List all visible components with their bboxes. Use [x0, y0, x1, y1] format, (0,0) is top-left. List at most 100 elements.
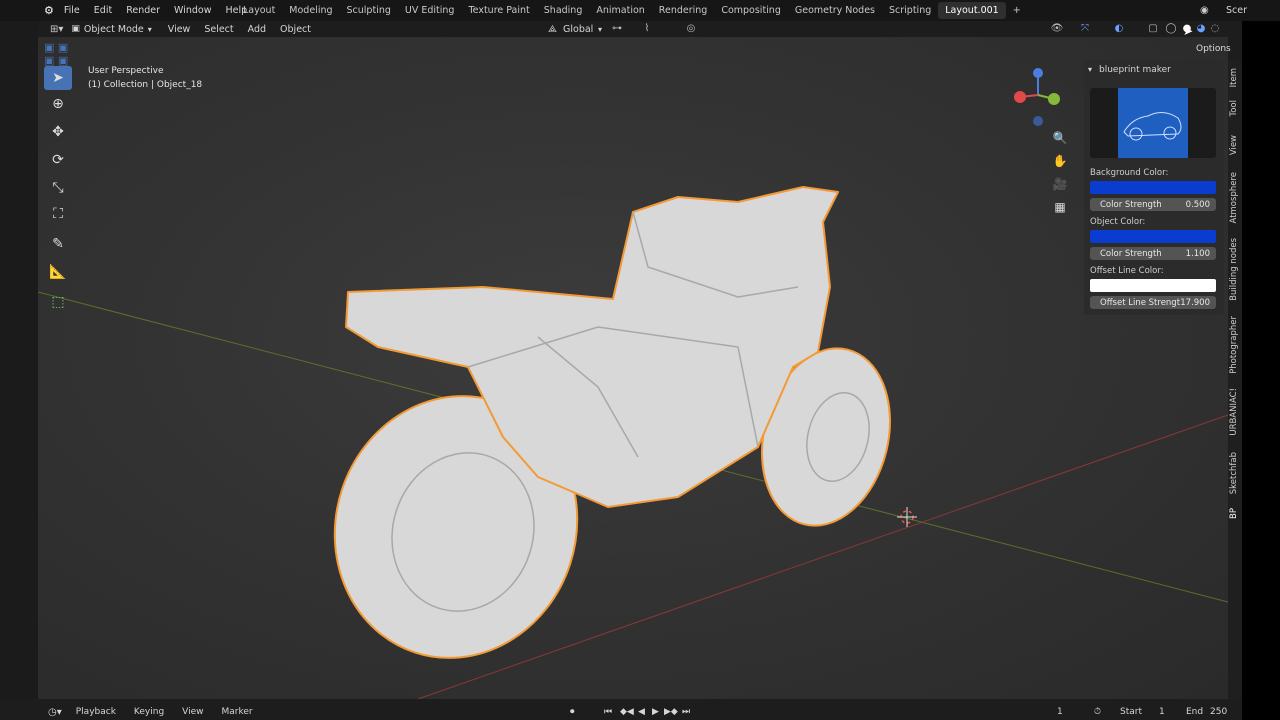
chevron-down-icon: ▾	[598, 24, 603, 34]
tab-compositing[interactable]: Compositing	[714, 2, 788, 19]
offset-line-color-swatch[interactable]	[1090, 279, 1216, 292]
visibility-icon[interactable]: 👁	[1050, 23, 1064, 35]
blender-logo-icon[interactable]: ⚙	[44, 4, 54, 17]
sidebar-tab-bp[interactable]: BP	[1229, 508, 1239, 519]
scene-selector-icon[interactable]: ◉	[1200, 5, 1209, 16]
tab-animation[interactable]: Animation	[589, 2, 651, 19]
select-box-tool[interactable]: ▣ ▣ ▣ ▣	[44, 41, 72, 67]
color-strength-value: 1.100	[1185, 248, 1210, 259]
sidebar-tab-strip	[1228, 60, 1242, 699]
material-shading-icon[interactable]: ◕	[1194, 23, 1208, 35]
menu-render[interactable]: Render	[126, 5, 160, 16]
tab-texture-paint[interactable]: Texture Paint	[461, 2, 536, 19]
scene-name[interactable]: Scer	[1226, 5, 1247, 16]
stopwatch-icon[interactable]: ⏱	[1094, 707, 1101, 717]
xray-icon[interactable]: ▢	[1146, 23, 1160, 35]
tab-shading[interactable]: Shading	[537, 2, 590, 19]
prev-keyframe-icon[interactable]: ◆◀	[620, 707, 634, 717]
collection-object-label: (1) Collection | Object_18	[88, 80, 203, 90]
tab-modeling[interactable]: Modeling	[282, 2, 339, 19]
color-strength-field-1[interactable]: Color Strength 0.500	[1090, 198, 1216, 211]
sidebar-tab-sketchfab[interactable]: Sketchfab	[1229, 452, 1239, 494]
color-strength-field-2[interactable]: Color Strength 1.100	[1090, 247, 1216, 260]
panel-title[interactable]: blueprint maker	[1099, 65, 1171, 75]
3d-cursor	[897, 507, 917, 527]
measure-tool-icon[interactable]: 📐	[44, 260, 72, 284]
menu-edit[interactable]: Edit	[94, 5, 112, 16]
color-strength-label: Color Strength	[1100, 199, 1162, 210]
end-frame-field[interactable]: 250	[1210, 707, 1227, 717]
sidebar-tab-urbaniac[interactable]: URBANIAC!	[1229, 388, 1239, 436]
top-menu-bar: ⚙ File Edit Render Window Help Layout Mo…	[0, 0, 1280, 21]
add-cube-tool-icon[interactable]: ⬚	[44, 290, 72, 314]
mouse-cursor: ➤	[1183, 24, 1194, 38]
overlay-toggle-icon[interactable]: ◐	[1112, 23, 1126, 35]
view-perspective-label: User Perspective	[88, 66, 164, 76]
navigation-gizmo	[1014, 68, 1060, 126]
offset-line-strength-label: Offset Line Strengt	[1100, 297, 1181, 308]
add-workspace-button[interactable]: +	[1006, 2, 1028, 19]
blueprint-maker-panel: ▾ blueprint maker Background Color: Colo…	[1084, 60, 1224, 315]
start-frame-field[interactable]: 1	[1159, 707, 1165, 717]
play-reverse-icon[interactable]: ◀	[638, 707, 645, 717]
tab-scripting[interactable]: Scripting	[882, 2, 938, 19]
proportional-edit-icon[interactable]: ◎	[684, 23, 698, 35]
transform-tool-icon[interactable]: ⛶	[44, 202, 72, 226]
play-icon[interactable]: ▶	[652, 707, 659, 717]
sidebar-tab-item[interactable]: Item	[1229, 68, 1239, 87]
record-icon[interactable]: ⏺	[570, 707, 575, 717]
current-frame-field[interactable]: 1	[1057, 707, 1063, 717]
tab-geometry-nodes[interactable]: Geometry Nodes	[788, 2, 882, 19]
menu-timeline-view[interactable]: View	[182, 707, 203, 717]
tab-uv-editing[interactable]: UV Editing	[398, 2, 462, 19]
gizmo-toggle-icon[interactable]: ⤧	[1078, 23, 1092, 35]
mode-dropdown[interactable]: Object Mode	[84, 24, 144, 35]
offset-line-color-label: Offset Line Color:	[1090, 266, 1164, 276]
tab-layout-001[interactable]: Layout.001	[938, 2, 1006, 19]
jump-end-icon[interactable]: ⏭	[682, 707, 690, 717]
pan-hand-icon[interactable]: ✋	[1050, 151, 1070, 171]
next-keyframe-icon[interactable]: ▶◆	[664, 707, 678, 717]
offset-line-strength-value: 17.900	[1180, 297, 1210, 308]
menu-marker[interactable]: Marker	[222, 707, 253, 717]
jump-start-icon[interactable]: ⏮	[604, 707, 612, 717]
menu-object[interactable]: Object	[280, 24, 311, 35]
sidebar-tab-photographer[interactable]: Photographer	[1229, 316, 1239, 374]
menu-select[interactable]: Select	[204, 24, 233, 35]
zoom-icon[interactable]: 🔍	[1050, 128, 1070, 148]
sidebar-tab-atmosphere[interactable]: Atmosphere	[1229, 172, 1239, 223]
tab-layout[interactable]: Layout	[236, 2, 282, 19]
tab-rendering[interactable]: Rendering	[652, 2, 715, 19]
sidebar-tab-tool[interactable]: Tool	[1229, 100, 1239, 117]
select-tool-icon[interactable]: ➤	[44, 66, 72, 90]
rendered-shading-icon[interactable]: ◌	[1208, 23, 1222, 35]
cursor-tool-icon[interactable]: ⊕	[44, 92, 72, 116]
options-dropdown[interactable]: Options	[1196, 44, 1231, 54]
sidebar-tab-view[interactable]: View	[1229, 135, 1239, 155]
tab-sculpting[interactable]: Sculpting	[340, 2, 398, 19]
menu-keying[interactable]: Keying	[134, 707, 164, 717]
chevron-down-icon[interactable]: ▾	[1088, 65, 1092, 74]
background-color-swatch[interactable]	[1090, 181, 1216, 194]
menu-file[interactable]: File	[64, 5, 80, 16]
snap-icon[interactable]: ⌇	[640, 23, 654, 35]
object-color-swatch[interactable]	[1090, 230, 1216, 243]
timeline-editor-icon[interactable]: ◷▾	[48, 707, 62, 718]
camera-view-icon[interactable]: 🎥	[1050, 174, 1070, 194]
menu-playback[interactable]: Playback	[76, 707, 116, 717]
transform-orientation-dropdown[interactable]: Global	[563, 24, 593, 35]
offset-line-strength-field[interactable]: Offset Line Strengt 17.900	[1090, 296, 1216, 309]
blueprint-preview-image	[1090, 88, 1216, 158]
annotate-tool-icon[interactable]: ✎	[44, 232, 72, 256]
grid-perspective-icon[interactable]: ▦	[1050, 197, 1070, 217]
menu-view[interactable]: View	[168, 24, 191, 35]
rotate-tool-icon[interactable]: ⟳	[44, 148, 72, 172]
editor-type-icon[interactable]: ⊞▾	[50, 24, 63, 35]
wireframe-shading-icon[interactable]: ◯	[1164, 23, 1178, 35]
menu-window[interactable]: Window	[174, 5, 211, 16]
menu-add[interactable]: Add	[248, 24, 266, 35]
move-tool-icon[interactable]: ✥	[44, 120, 72, 144]
sidebar-tab-building-nodes[interactable]: Building nodes	[1229, 238, 1239, 301]
scale-tool-icon[interactable]: ⤡	[44, 176, 72, 200]
pivot-icon[interactable]: ⊶	[610, 23, 624, 35]
